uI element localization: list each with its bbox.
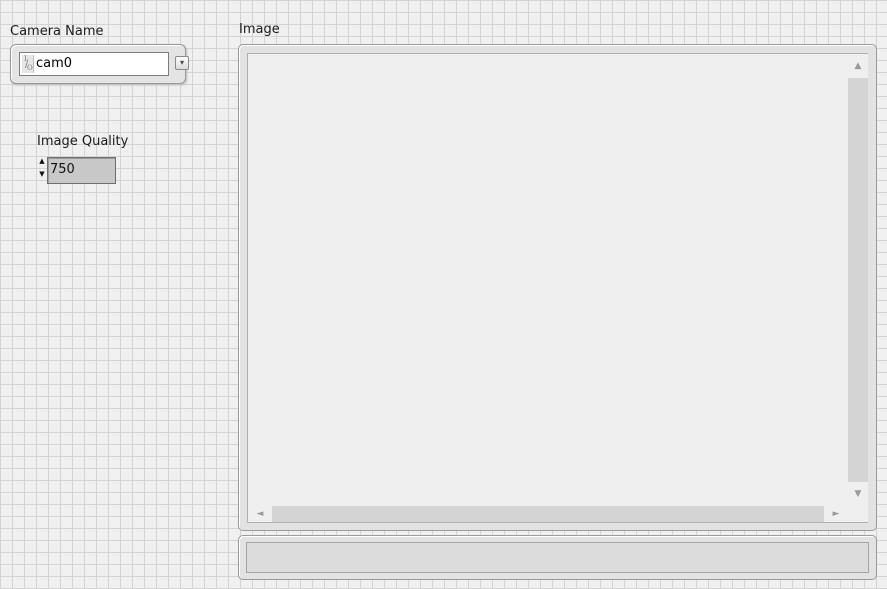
camera-name-value: cam0 <box>36 56 73 71</box>
scroll-up-icon[interactable]: ▲ <box>848 54 868 78</box>
camera-dropdown-button[interactable]: ▾ <box>175 56 189 70</box>
vertical-scrollbar[interactable]: ▲ ▼ <box>848 54 868 506</box>
camera-name-field[interactable]: I / O cam0 <box>19 52 169 76</box>
status-field <box>246 542 869 573</box>
increment-arrow-icon[interactable]: ▲ <box>38 158 46 170</box>
image-quality-label: Image Quality <box>37 134 129 149</box>
io-name-icon: I / O <box>22 55 34 73</box>
image-quality-value: 750 <box>50 162 75 177</box>
image-label: Image <box>239 22 280 37</box>
image-quality-stepper[interactable]: ▲ ▼ <box>38 158 46 184</box>
decrement-arrow-icon[interactable]: ▼ <box>38 171 46 183</box>
chevron-down-icon: ▾ <box>179 58 184 67</box>
camera-name-label: Camera Name <box>10 24 104 39</box>
status-indicator <box>238 535 877 580</box>
image-display: ▲ ▼ ◄ ► <box>238 44 877 531</box>
scroll-left-icon[interactable]: ◄ <box>248 506 272 522</box>
camera-name-control: I / O cam0 ▾ <box>10 44 189 84</box>
scroll-down-icon[interactable]: ▼ <box>848 482 868 506</box>
scrollbar-corner <box>848 506 868 522</box>
image-quality-field[interactable]: 750 <box>47 157 116 184</box>
horizontal-scrollbar[interactable]: ◄ ► <box>248 506 848 522</box>
image-canvas[interactable]: ▲ ▼ ◄ ► <box>247 53 868 523</box>
scroll-right-icon[interactable]: ► <box>824 506 848 522</box>
